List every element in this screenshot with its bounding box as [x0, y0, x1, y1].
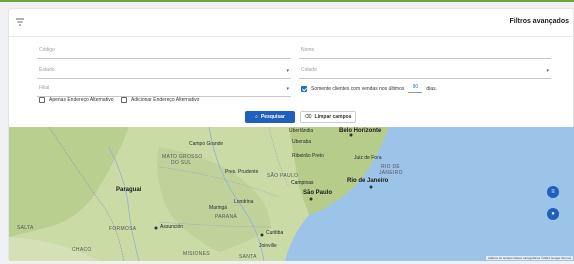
page-title: Filtros avançados — [509, 18, 569, 25]
map-label-maringa: Maringá — [209, 205, 228, 211]
codigo-field[interactable]: Código — [37, 41, 291, 59]
pesquisar-button[interactable]: ⌕ Pesquisar — [245, 111, 295, 123]
nome-field[interactable]: Nome — [299, 41, 551, 59]
map-label-ribeirao-preto: Ribeirão Preto — [292, 153, 324, 159]
estado-placeholder: Estado — [39, 67, 55, 73]
map-label-do-sul: DO SUL — [171, 160, 192, 166]
eraser-icon: ⌫ — [304, 114, 312, 120]
map-terrain — [9, 127, 574, 261]
map-label-uberaba: Uberaba — [292, 139, 312, 145]
map-label-belo-horizonte: Belo Horizonte — [339, 128, 382, 134]
map-label-uberlandia: Uberlândia — [289, 128, 314, 134]
nome-placeholder: Nome — [301, 47, 315, 53]
limpar-label: Limpar campos — [314, 114, 352, 120]
map-label-juiz-de-fora: Juiz de Fora — [354, 155, 382, 161]
limpar-campos-button[interactable]: ⌫ Limpar campos — [300, 111, 356, 123]
adicionar-endereco-checkbox[interactable] — [121, 97, 127, 103]
map-label-salta: SALTA — [17, 225, 34, 231]
days-suffix: dias. — [426, 85, 437, 92]
map-label-paraguai: Paraguai — [116, 187, 142, 193]
cidade-select[interactable]: Cidade ▾ — [299, 61, 551, 79]
filters-header: Filtros avançados — [9, 9, 574, 37]
cidade-placeholder: Cidade — [301, 67, 317, 73]
filter-icon[interactable] — [15, 17, 25, 27]
map-label-parana: PARANÁ — [215, 214, 237, 220]
adicionar-endereco-row: Adicionar Endereço Alternativo — [121, 97, 199, 103]
somente-clientes-row: Somente clientes com vendas nos últimos … — [301, 84, 437, 93]
map-label-campinas: Campinas — [291, 180, 314, 186]
estado-select[interactable]: Estado ▾ — [37, 61, 291, 79]
map-label-curitiba: Curitiba — [266, 230, 284, 236]
map-attribution[interactable]: Atalhos do teclado Dados cartográficos ©… — [485, 256, 573, 260]
advanced-filters-panel: Filtros avançados Código Nome Estado ▾ C… — [8, 8, 574, 261]
map-label-sao-paulo-state: SÃO PAULO — [267, 173, 299, 179]
map-label-sao-paulo-city: São Paulo — [303, 190, 333, 196]
somente-clientes-label: Somente clientes com vendas nos últimos — [311, 85, 405, 92]
search-icon: ⌕ — [255, 114, 258, 120]
map-label-santa: SANTA — [239, 254, 257, 260]
list-icon: ≡ — [551, 189, 555, 195]
eye-icon: ● — [551, 211, 555, 217]
map-label-rio-state-2: JANEIRO — [379, 170, 403, 176]
map-label-formosa: FORMOSA — [109, 226, 137, 232]
pesquisar-label: Pesquisar — [260, 114, 285, 120]
chevron-down-icon: ▾ — [286, 86, 289, 92]
adicionar-endereco-label: Adicionar Endereço Alternativo — [131, 97, 200, 103]
apenas-endereco-label: Apenas Endereço Alternativo — [49, 97, 114, 103]
map-label-assuncao: Assunción — [160, 224, 184, 230]
somente-clientes-checkbox[interactable] — [301, 85, 307, 92]
codigo-placeholder: Código — [39, 47, 55, 53]
chevron-down-icon: ▾ — [546, 68, 549, 74]
list-view-button[interactable]: ≡ — [547, 186, 559, 198]
map-label-misiones: MISIONES — [183, 251, 210, 257]
apenas-endereco-row: Apenas Endereço Alternativo — [39, 97, 114, 103]
map-label-rio-de-janeiro: Rio de Janeiro — [347, 178, 389, 184]
map-label-campo-grande: Campo Grande — [189, 141, 224, 147]
map-label-chaco: CHACO — [72, 247, 92, 253]
top-accent-line — [0, 0, 574, 2]
map-label-joinville: Joinville — [259, 243, 277, 249]
filial-placeholder: Filial — [39, 85, 50, 91]
chevron-down-icon: ▾ — [286, 68, 289, 74]
days-input[interactable]: 90 — [408, 84, 423, 93]
map-label-londrina: Londrina — [234, 199, 254, 205]
map-label-presidente-prudente: Pres. Prudente — [225, 169, 259, 175]
filial-select[interactable]: Filial ▾ — [37, 79, 291, 97]
map-view-button[interactable]: ● — [547, 208, 559, 220]
apenas-endereco-checkbox[interactable] — [39, 97, 45, 103]
map-view[interactable]: Belo Horizonte MATO GROSSO DO SUL Campo … — [9, 127, 574, 261]
